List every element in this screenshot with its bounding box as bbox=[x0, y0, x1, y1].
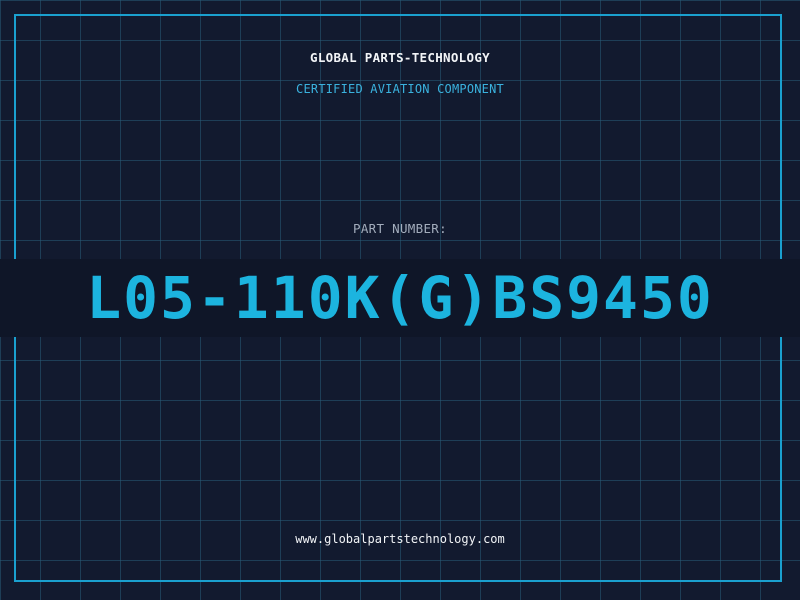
part-number-label: PART NUMBER: bbox=[353, 221, 447, 236]
website-url: www.globalpartstechnology.com bbox=[295, 532, 505, 546]
company-title: GLOBAL PARTS-TECHNOLOGY bbox=[310, 50, 490, 65]
part-number-value: L05-110K(G)BS9450 bbox=[86, 264, 714, 332]
certification-subtitle: CERTIFIED AVIATION COMPONENT bbox=[296, 82, 504, 96]
